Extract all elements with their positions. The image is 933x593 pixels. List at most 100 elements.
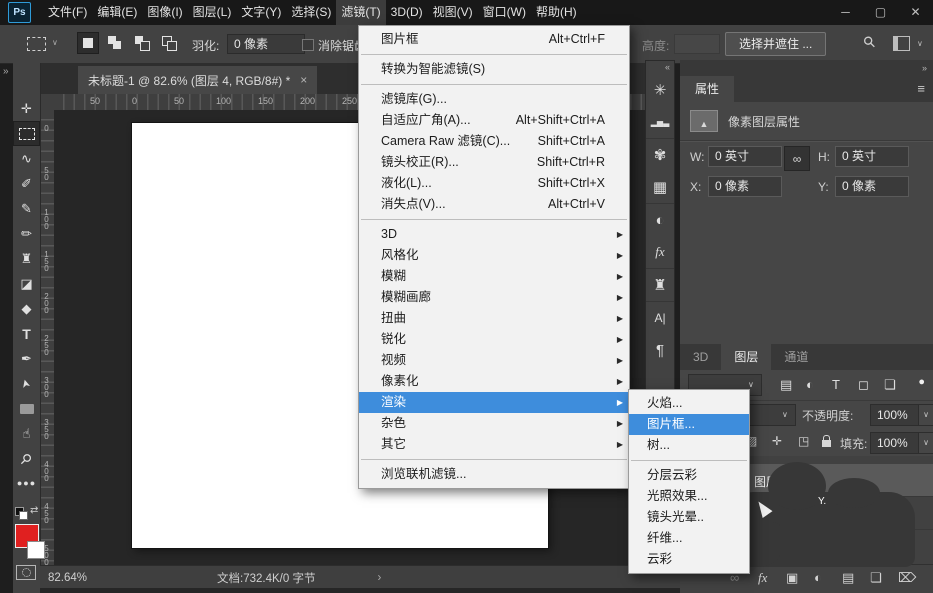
paint-bucket-tool[interactable]: ◆ [13, 296, 40, 321]
default-colors-icon[interactable] [15, 507, 27, 519]
menu-item-pixelate[interactable]: 像素化 ▶ [359, 371, 629, 392]
menubar-item-filter[interactable]: 滤镜(T) [336, 0, 385, 25]
filter-image-icon[interactable]: ▤ [780, 377, 792, 393]
menubar-item-help[interactable]: 帮助(H) [531, 0, 582, 25]
layers-tab-layers[interactable]: 图层 [721, 344, 771, 370]
menu-item-render[interactable]: 渲染 ▶ [359, 392, 629, 413]
filter-shape-icon[interactable]: ◻ [858, 377, 869, 393]
submenu-item-fibers[interactable]: 纤维... [629, 528, 749, 549]
feather-input[interactable]: 0 像素 [227, 34, 305, 54]
menu-item-smart-filter[interactable]: 转换为智能滤镜(S) [359, 59, 629, 80]
add-to-selection-button[interactable] [104, 32, 126, 54]
lock-move-icon[interactable]: ✛ [772, 434, 782, 448]
tab-close-icon[interactable]: × [300, 73, 307, 87]
menu-item-blur[interactable]: 模糊 ▶ [359, 266, 629, 287]
minimize-button[interactable]: ─ [828, 0, 863, 25]
filter-adjustment-icon[interactable]: ◐ [806, 377, 814, 392]
menu-item-vanishing-point[interactable]: 消失点(V)... Alt+Ctrl+V [359, 194, 629, 215]
filter-pin-icon[interactable]: ● [918, 376, 925, 388]
menu-item-lens-correction[interactable]: 镜头校正(R)... Shift+Ctrl+R [359, 152, 629, 173]
layer-style-icon[interactable]: fx [758, 570, 767, 586]
opacity-caret-icon[interactable]: ∨ [918, 404, 933, 426]
panel-menu-icon[interactable]: ≡ [917, 81, 925, 96]
workspace-caret-icon[interactable]: ∨ [917, 39, 923, 48]
quick-mask-button[interactable] [16, 565, 36, 580]
hand-tool[interactable]: ☝ [13, 421, 40, 446]
zoom-tool[interactable]: ⚲ [13, 446, 40, 471]
height-input[interactable] [674, 34, 720, 54]
color-panel-icon[interactable]: ✾ [646, 138, 674, 171]
layers-tab-3d[interactable]: 3D [680, 344, 721, 370]
toolbar-collapse-icon[interactable]: » [3, 66, 9, 77]
eyedropper-tool[interactable]: ✎ [13, 196, 40, 221]
submenu-item-flame[interactable]: 火焰... [629, 393, 749, 414]
menubar-item-window[interactable]: 窗口(W) [478, 0, 531, 25]
maximize-button[interactable]: ▢ [863, 0, 898, 25]
adjustments-panel-icon[interactable]: ◐ [646, 203, 674, 236]
menu-item-noise[interactable]: 杂色 ▶ [359, 413, 629, 434]
menubar-item-layer[interactable]: 图层(L) [188, 0, 237, 25]
lock-all-icon[interactable] [822, 440, 831, 447]
menu-item-stylize[interactable]: 风格化 ▶ [359, 245, 629, 266]
brush-tool[interactable]: ✏ [13, 221, 40, 246]
menu-item-browse-filters-online[interactable]: 浏览联机滤镜... [359, 464, 629, 485]
status-chevron-icon[interactable]: › [377, 572, 381, 584]
lasso-tool[interactable]: ∿ [13, 146, 40, 171]
y-field[interactable]: 0 像素 [835, 176, 909, 197]
search-icon[interactable]: ⚲ [859, 32, 880, 53]
tool-preset-icon[interactable] [27, 37, 46, 51]
fill-field[interactable]: 100% [870, 432, 922, 454]
styles-panel-icon[interactable]: fx [646, 236, 674, 268]
submenu-item-difference-clouds[interactable]: 分层云彩 [629, 465, 749, 486]
antialias-checkbox[interactable] [302, 39, 314, 51]
subtract-from-selection-button[interactable] [131, 32, 153, 54]
link-dimensions-icon[interactable]: ∞ [784, 146, 810, 171]
histogram-icon[interactable]: ▂▅▃ [646, 106, 674, 138]
menubar-item-type[interactable]: 文字(Y) [236, 0, 286, 25]
opacity-field[interactable]: 100% [870, 404, 922, 426]
pen-tool[interactable]: ✒ [13, 346, 40, 371]
x-field[interactable]: 0 像素 [708, 176, 782, 197]
brush-settings-icon[interactable]: ✳ [646, 74, 674, 106]
menu-item-blur-gallery[interactable]: 模糊画廊 ▶ [359, 287, 629, 308]
layer-group-icon[interactable]: ▤ [842, 570, 854, 586]
menu-item-filter-gallery[interactable]: 滤镜库(G)... [359, 89, 629, 110]
menubar-item-select[interactable]: 选择(S) [286, 0, 336, 25]
rectangular-marquee-tool[interactable] [13, 121, 40, 146]
submenu-item-clouds[interactable]: 云彩 [629, 549, 749, 570]
delete-layer-icon[interactable]: ⌦ [898, 570, 916, 586]
intersect-selection-button[interactable] [158, 32, 180, 54]
menu-item-liquify[interactable]: 液化(L)... Shift+Ctrl+X [359, 173, 629, 194]
direct-selection-tool[interactable]: ➤ [13, 371, 40, 396]
paragraph-panel-icon[interactable]: ¶ [646, 334, 674, 366]
menubar-item-3d[interactable]: 3D(D) [386, 0, 428, 25]
character-panel-icon[interactable]: A| [646, 301, 674, 334]
menu-item-video[interactable]: 视频 ▶ [359, 350, 629, 371]
type-tool[interactable]: T [13, 321, 40, 346]
swap-colors-icon[interactable]: ⇄ [30, 505, 38, 516]
menubar-item-edit[interactable]: 编辑(E) [92, 0, 142, 25]
width-field[interactable]: 0 英寸 [708, 146, 782, 167]
tool-preset-caret-icon[interactable]: ∨ [52, 38, 58, 47]
zoom-level[interactable]: 82.64% [48, 572, 87, 584]
info-panel-icon[interactable]: ▦ [646, 171, 674, 203]
clone-source-panel-icon[interactable]: ♜ [646, 268, 674, 301]
clone-stamp-tool[interactable]: ♜ [13, 246, 40, 271]
quick-selection-tool[interactable]: ✐ [13, 171, 40, 196]
menubar-item-file[interactable]: 文件(F) [43, 0, 92, 25]
new-selection-button[interactable] [77, 32, 99, 54]
document-tab[interactable]: 未标题-1 @ 82.6% (图层 4, RGB/8#) * × [78, 66, 317, 94]
submenu-item-lens-flare[interactable]: 镜头光晕.. [629, 507, 749, 528]
close-button[interactable]: ✕ [898, 0, 933, 25]
menu-item-other[interactable]: 其它 ▶ [359, 434, 629, 455]
menu-item-sharpen[interactable]: 锐化 ▶ [359, 329, 629, 350]
filter-smart-object-icon[interactable]: ❏ [884, 377, 896, 393]
lock-artboard-icon[interactable]: ◳ [798, 434, 809, 448]
fill-caret-icon[interactable]: ∨ [918, 432, 933, 454]
submenu-item-tree[interactable]: 树... [629, 435, 749, 456]
new-layer-icon[interactable]: ❏ [870, 570, 882, 586]
submenu-item-picture-frame[interactable]: 图片框... [629, 414, 749, 435]
move-tool[interactable]: ✛ [13, 96, 40, 121]
collapse-panels-icon[interactable]: » [680, 60, 933, 76]
magic-eraser-tool[interactable]: ◪ [13, 271, 40, 296]
